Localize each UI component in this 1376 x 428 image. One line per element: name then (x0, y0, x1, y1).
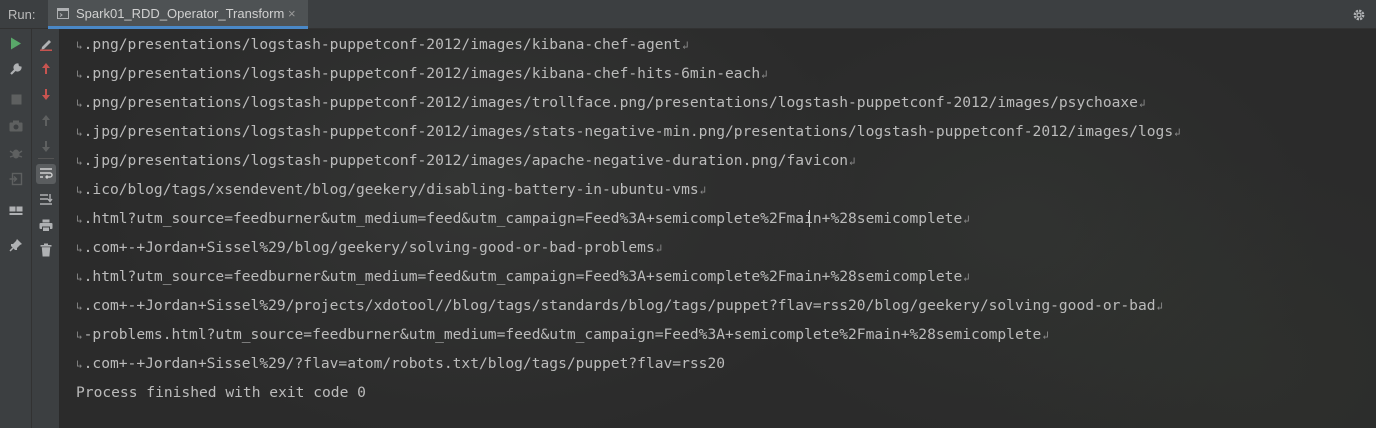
console-line: ↳.png/presentations/logstash-puppetconf-… (76, 65, 768, 82)
process-finished-message: Process finished with exit code 0 (76, 384, 366, 401)
scroll-to-end-toggle[interactable] (36, 190, 56, 210)
arrow-down-icon (42, 89, 50, 100)
console-line: ↳.com+-+Jordan+Sissel%29/?flav=atom/robo… (76, 355, 726, 372)
wrap-start-icon: ↳ (76, 329, 83, 342)
wrap-start-icon: ↳ (76, 184, 83, 197)
wrap-end-icon: ↲ (655, 242, 663, 255)
modify-run-config-button[interactable] (6, 59, 26, 79)
console-line: ↳-problems.html?utm_source=feedburner&ut… (76, 326, 1049, 343)
console-line: ↳.png/presentations/logstash-puppetconf-… (76, 36, 689, 53)
thread-dump-button[interactable] (6, 117, 26, 137)
wrap-end-icon: ↲ (849, 155, 856, 168)
run-tool-window: Run: Spark01_RDD_Operator_Transform × ↳.… (0, 0, 1376, 428)
wrap-end-icon: ↲ (1138, 97, 1146, 110)
toolbar-separator (38, 158, 54, 159)
wrap-end-icon: ↲ (963, 271, 970, 284)
bug-icon (9, 149, 23, 159)
wrap-start-icon: ↳ (76, 39, 83, 52)
restore-layout-button[interactable] (6, 202, 26, 222)
wrap-end-icon: ↲ (1156, 300, 1164, 313)
wrap-start-icon: ↳ (76, 213, 83, 226)
wrap-start-icon: ↳ (76, 68, 83, 81)
rerun-icon (11, 37, 21, 50)
console-line: ↳.html?utm_source=feedburner&utm_medium=… (76, 268, 970, 285)
edit-config-icon (40, 40, 52, 51)
soft-wrap-toggle[interactable] (36, 164, 56, 184)
wrap-end-icon: ↲ (1174, 126, 1181, 139)
wrap-end-icon: ↲ (1042, 329, 1049, 342)
tab-label: Spark01_RDD_Operator_Transform (76, 6, 285, 21)
trash-icon (40, 243, 52, 257)
wrap-end-icon: ↲ (699, 184, 707, 197)
console-line: ↳.ico/blog/tags/xsendevent/blog/geekery/… (76, 181, 707, 198)
arrow-down-gray-icon (42, 141, 50, 152)
wrap-start-icon: ↳ (76, 271, 83, 284)
exit-icon (9, 172, 23, 186)
edit-config-button[interactable] (36, 34, 56, 54)
console-line: ↳.jpg/presentations/logstash-puppetconf-… (76, 123, 1181, 140)
layout-icon (9, 206, 23, 215)
wrap-end-icon: ↲ (682, 39, 689, 52)
print-button[interactable] (36, 216, 56, 236)
wrap-start-icon: ↳ (76, 126, 83, 139)
console-line: ↳.html?utm_source=feedburner&utm_medium=… (76, 210, 970, 227)
wrap-end-icon: ↲ (761, 68, 768, 81)
clear-all-button[interactable] (36, 240, 56, 260)
scroll-to-end-icon (40, 194, 53, 205)
down-stack-button[interactable] (36, 137, 56, 157)
wrap-end-icon: ↲ (963, 213, 970, 226)
run-toolbar-secondary (32, 29, 60, 428)
console-tab-icon (57, 8, 69, 19)
console-output[interactable]: ↳.png/presentations/logstash-puppetconf-… (60, 29, 1376, 428)
run-toolbar-primary (0, 29, 32, 428)
arrow-up-icon (42, 63, 50, 74)
run-label: Run: (8, 7, 36, 22)
text-caret (809, 210, 810, 227)
debug-button[interactable] (6, 143, 26, 163)
wrap-start-icon: ↳ (76, 155, 83, 168)
console-line: ↳.com+-+Jordan+Sissel%29/blog/geekery/so… (76, 239, 663, 256)
pin-tab-button[interactable] (6, 235, 26, 255)
wrap-start-icon: ↳ (76, 242, 83, 255)
up-stack-button[interactable] (36, 111, 56, 131)
previous-occurrence-button[interactable] (36, 59, 56, 79)
wrap-start-icon: ↳ (76, 358, 83, 371)
console-line: ↳.jpg/presentations/logstash-puppetconf-… (76, 152, 856, 169)
run-tab-bar: Run: Spark01_RDD_Operator_Transform × (0, 0, 1376, 29)
stop-icon (11, 94, 21, 105)
stop-button[interactable] (6, 91, 26, 111)
pin-icon (9, 239, 22, 252)
arrow-up-gray-icon (42, 115, 50, 126)
wrench-icon (10, 63, 22, 75)
soft-wrap-icon (40, 168, 53, 179)
console-line: ↳.png/presentations/logstash-puppetconf-… (76, 94, 1146, 111)
tab-spark01-rdd-operator-transform[interactable]: Spark01_RDD_Operator_Transform × (48, 0, 308, 29)
print-icon (39, 219, 53, 232)
console-line: ↳.com+-+Jordan+Sissel%29/projects/xdotoo… (76, 297, 1164, 314)
wrap-start-icon: ↳ (76, 300, 83, 313)
camera-icon (9, 120, 23, 132)
gear-icon[interactable] (1352, 0, 1366, 29)
tab-close-button[interactable]: × (288, 0, 296, 27)
exit-button[interactable] (6, 169, 26, 189)
wrap-start-icon: ↳ (76, 97, 83, 110)
next-occurrence-button[interactable] (36, 85, 56, 105)
rerun-button[interactable] (6, 34, 26, 54)
